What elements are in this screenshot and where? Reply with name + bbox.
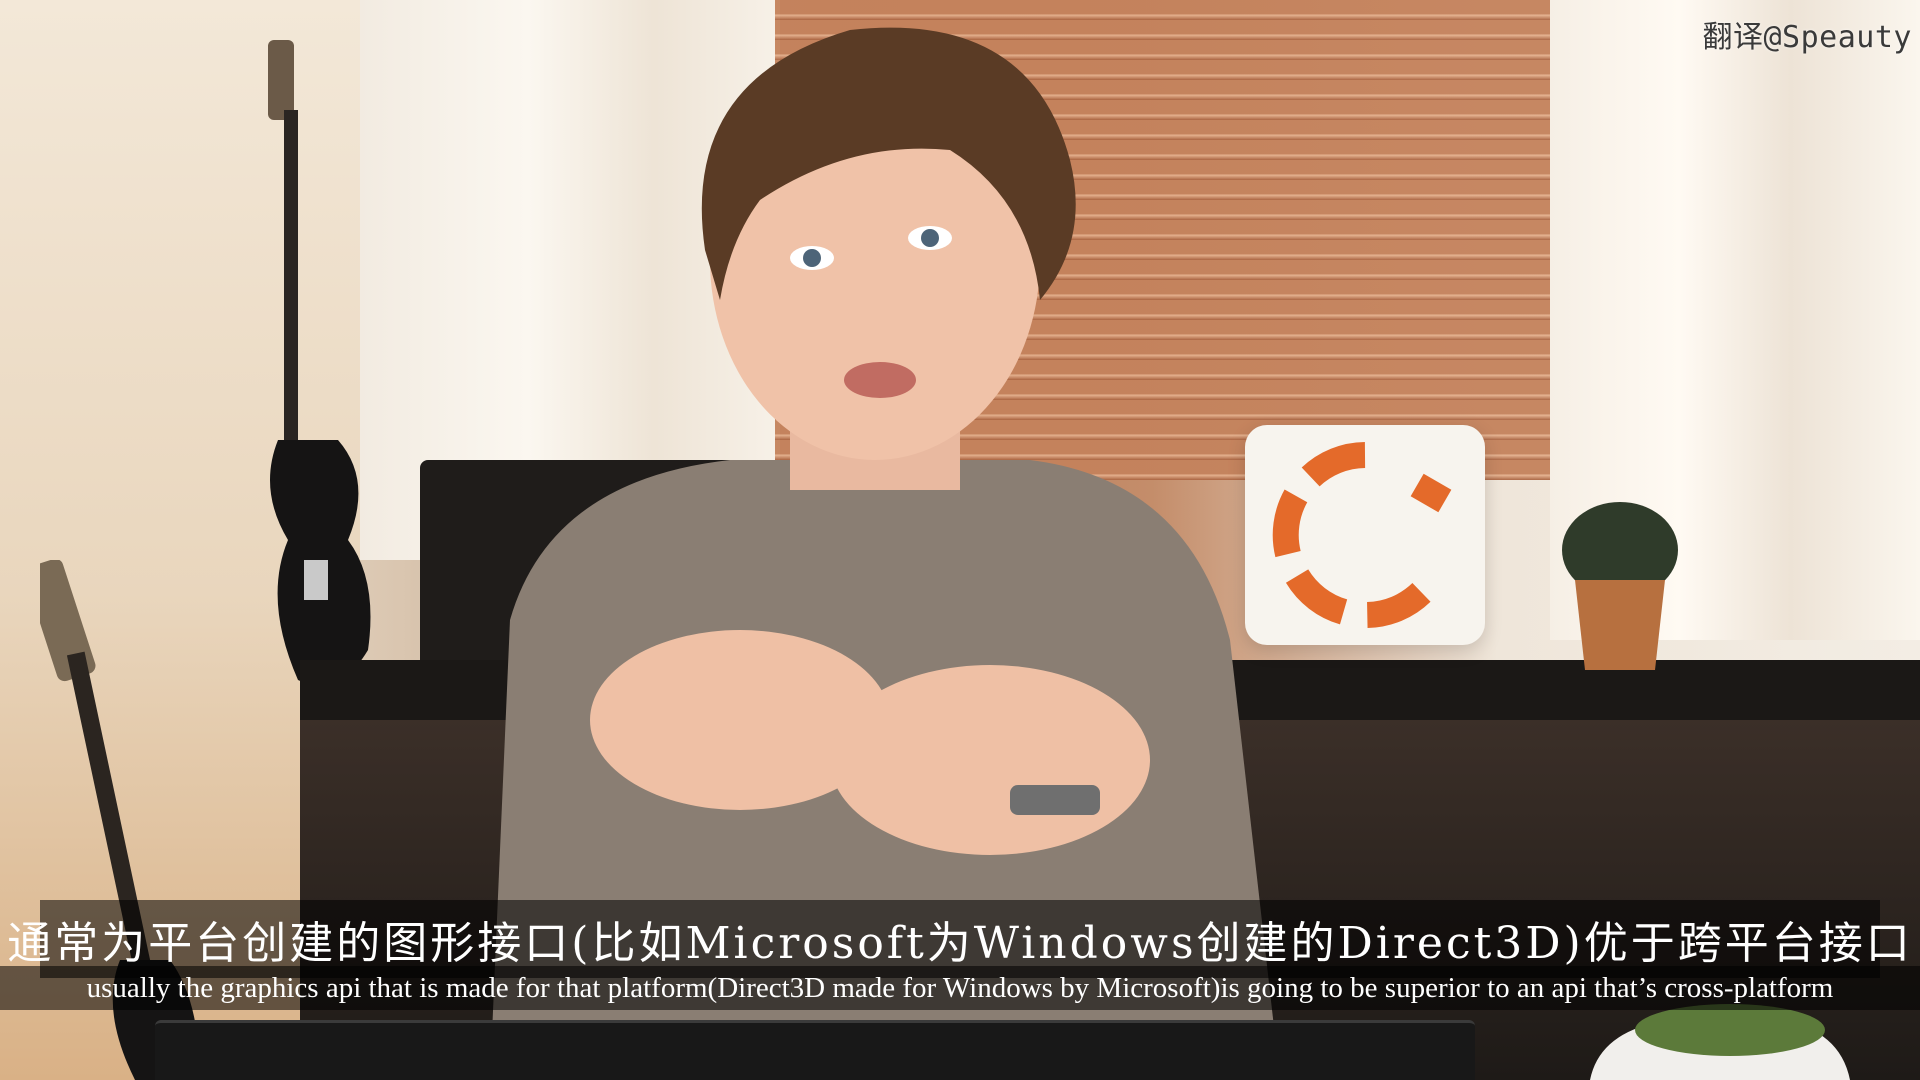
potted-plant	[1562, 502, 1678, 670]
electric-guitar-black	[268, 40, 371, 686]
cactus-plant	[1590, 1004, 1850, 1080]
translator-watermark: 翻译@Speauty	[1702, 20, 1912, 55]
english-subtitle: usually the graphics api that is made fo…	[86, 971, 1834, 1004]
laptop-lid	[155, 1020, 1475, 1080]
video-frame: 翻译@Speauty 通常为平台创建的图形接口(比如Microsoft为Wind…	[0, 0, 1920, 1080]
